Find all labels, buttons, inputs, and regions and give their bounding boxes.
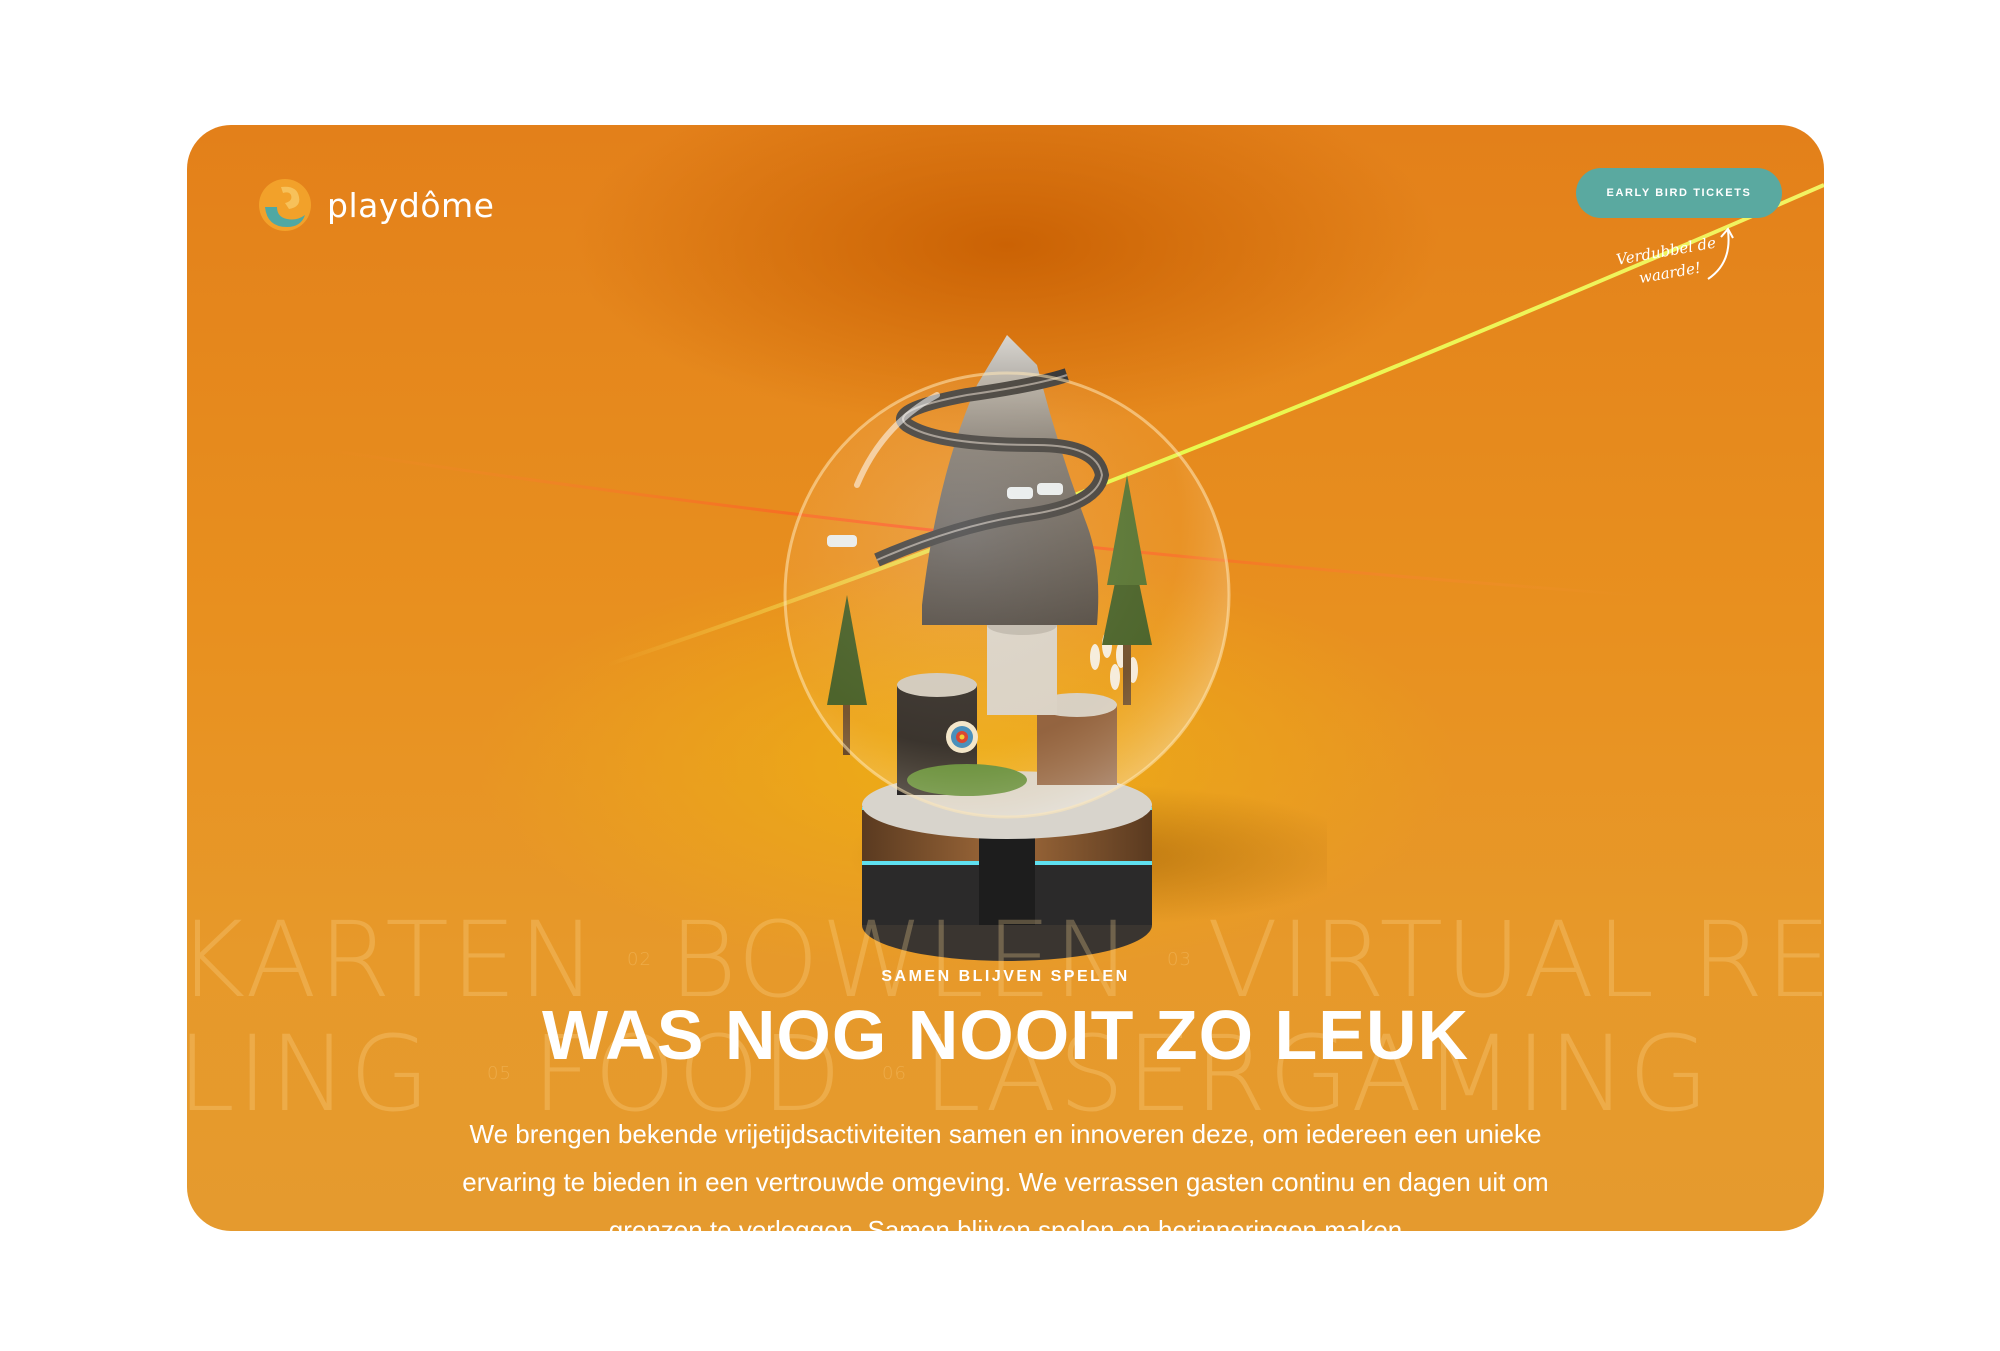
playdome-logo-icon — [259, 179, 311, 231]
hero-eyebrow: SAMEN BLIJVEN SPELEN — [881, 968, 1130, 985]
activity-number: 02 — [627, 949, 652, 970]
snow-globe-illustration — [783, 335, 1327, 961]
brand-logo[interactable]: playdôme — [257, 177, 494, 233]
hero-body-text: We brengen bekende vrijetijdsactiviteite… — [462, 1119, 1549, 1231]
hero-headline: WAS NOG NOOIT ZO LEUK — [541, 996, 1470, 1074]
activity-number: 03 — [1167, 949, 1192, 970]
early-bird-tickets-button[interactable]: EARLY BIRD TICKETS — [1576, 168, 1782, 218]
hero-section: playdôme EARLY BIRD TICKETS Verdubbel de… — [187, 125, 1824, 1231]
brand-name: playdôme — [327, 185, 495, 225]
